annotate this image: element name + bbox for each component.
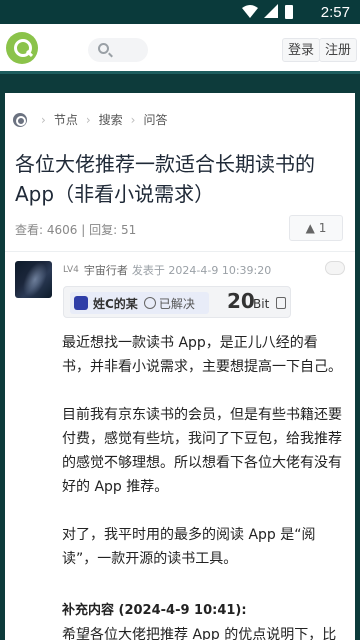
paragraph: 目前我有京东读书的会员，但是有些书籍还要付费，感觉有些坑，我问了下豆包，给我推荐… <box>62 407 342 495</box>
logo-icon[interactable] <box>6 32 38 64</box>
wifi-icon <box>242 5 258 18</box>
upvote-button[interactable]: ▲ 1 <box>289 215 343 241</box>
home-icon[interactable] <box>13 113 27 127</box>
view-count: 查看: 4606 <box>15 223 78 237</box>
divider <box>5 251 355 252</box>
breadcrumb-separator: › <box>85 113 91 127</box>
search-icon <box>98 43 109 54</box>
supplement-title: 补充内容 (2024-4-9 10:41): <box>62 603 247 618</box>
login-button[interactable]: 登录 <box>282 38 321 62</box>
more-icon[interactable] <box>325 261 345 275</box>
paragraph: 最近想找一款读书 App，是正儿八经的看书，并非看小说需求，主要想提高一下自己。 <box>62 335 342 375</box>
post-meta: 查看: 4606 | 回复: 51 <box>15 221 136 238</box>
battery-icon <box>285 5 293 19</box>
solver-chip[interactable]: 姓C的某 已解决 <box>70 292 209 314</box>
paragraph: 对了，我平时用的最多的阅读 App 是“阅读”，一款开源的读书工具。 <box>62 527 316 567</box>
register-button[interactable]: 注册 <box>319 38 358 62</box>
breadcrumb-separator: › <box>130 113 136 127</box>
reply-count: 回复: 51 <box>89 223 137 237</box>
check-icon <box>143 297 156 309</box>
post-title: 各位大佬推荐一款适合长期读书的App（非看小说需求） <box>15 152 315 206</box>
breadcrumb: › 节点 › 搜索 › 问答 <box>13 111 167 129</box>
status-time: 2:57 <box>320 4 350 21</box>
signal-icon <box>264 4 278 18</box>
bounty-unit: Bit <box>253 297 270 311</box>
top-bar: 登录 注册 <box>0 24 360 74</box>
solver-avatar <box>74 296 88 310</box>
solved-status: 已解决 <box>158 296 195 311</box>
author-avatar[interactable] <box>15 261 52 298</box>
breadcrumb-separator: › <box>41 113 46 127</box>
author-name[interactable]: 宇宙行者 <box>84 262 128 278</box>
supplement-text: 希望各位大佬把推荐 App 的优点说明下，比 <box>62 627 337 640</box>
bounty-amount: 20 <box>227 289 255 313</box>
post-panel: › 节点 › 搜索 › 问答 各位大佬推荐一款适合长期读书的App（非看小说需求… <box>5 93 355 640</box>
breadcrumb-qa[interactable]: 问答 <box>143 111 167 129</box>
up-arrow-icon: ▲ <box>305 221 319 235</box>
vote-count: 1 <box>318 221 327 235</box>
solver-name: 姓C的某 <box>93 296 138 311</box>
level-badge: LV4 <box>63 265 79 275</box>
status-icons <box>242 4 293 19</box>
jump-icon[interactable] <box>276 297 286 309</box>
status-bar: 2:57 <box>0 0 360 24</box>
post-time: 发表于 2024-4-9 10:39:20 <box>131 264 272 277</box>
bounty-box: 姓C的某 已解决 20 Bit <box>63 286 291 318</box>
post-body: 最近想找一款读书 App，是正儿八经的看书，并非看小说需求，主要想提高一下自己。… <box>62 331 342 595</box>
meta-separator: | <box>81 223 90 237</box>
search-button[interactable] <box>88 38 148 62</box>
breadcrumb-node[interactable]: 节点 <box>54 111 78 129</box>
breadcrumb-search[interactable]: 搜索 <box>99 111 123 129</box>
author-line: LV4 宇宙行者 发表于 2024-4-9 10:39:20 <box>63 262 271 278</box>
